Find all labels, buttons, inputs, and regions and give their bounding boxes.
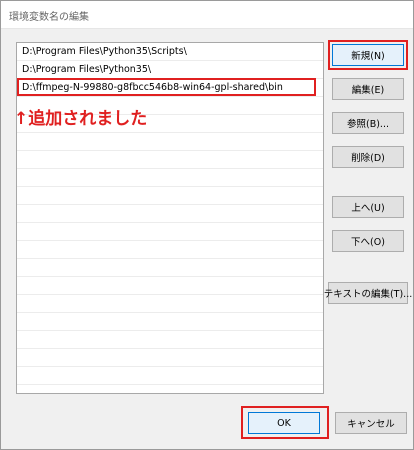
edit-button[interactable]: 編集(E) xyxy=(332,78,404,100)
annotation-text: ↑追加されました xyxy=(14,109,148,129)
list-item-empty[interactable] xyxy=(17,295,323,313)
list-item-empty[interactable] xyxy=(17,241,323,259)
move-up-button[interactable]: 上へ(U) xyxy=(332,196,404,218)
cancel-button[interactable]: キャンセル xyxy=(335,412,407,434)
list-item-empty[interactable] xyxy=(17,133,323,151)
delete-button[interactable]: 削除(D) xyxy=(332,146,404,168)
path-list[interactable]: D:\Program Files\Python35\Scripts\ D:\Pr… xyxy=(16,42,324,394)
list-item-empty[interactable] xyxy=(17,223,323,241)
ok-button[interactable]: OK xyxy=(248,412,320,434)
move-down-button[interactable]: 下へ(O) xyxy=(332,230,404,252)
list-item-empty[interactable] xyxy=(17,313,323,331)
path-entry: D:\Program Files\Python35\Scripts\ xyxy=(22,46,187,57)
browse-button[interactable]: 参照(B)... xyxy=(332,112,404,134)
edit-text-button[interactable]: テキストの編集(T)... xyxy=(324,282,412,304)
list-item[interactable]: D:\Program Files\Python35\Scripts\ xyxy=(17,43,323,61)
list-item-empty[interactable] xyxy=(17,277,323,295)
list-item-empty[interactable] xyxy=(17,151,323,169)
list-item-selected[interactable]: D:\ffmpeg-N-99880-g8fbcc546b8-win64-gpl-… xyxy=(17,79,323,97)
list-item-empty[interactable] xyxy=(17,331,323,349)
title-bar[interactable]: 環境変数名の編集 xyxy=(1,1,413,29)
list-item[interactable]: D:\Program Files\Python35\ xyxy=(17,61,323,79)
list-item-empty[interactable] xyxy=(17,349,323,367)
path-entry: D:\Program Files\Python35\ xyxy=(22,64,152,75)
dialog-title: 環境変数名の編集 xyxy=(9,12,89,23)
list-item-empty[interactable] xyxy=(17,259,323,277)
list-item-empty[interactable] xyxy=(17,187,323,205)
list-item-empty[interactable] xyxy=(17,367,323,385)
list-item-empty[interactable] xyxy=(17,205,323,223)
path-entry: D:\ffmpeg-N-99880-g8fbcc546b8-win64-gpl-… xyxy=(22,82,283,93)
list-item-empty[interactable] xyxy=(17,169,323,187)
new-button[interactable]: 新規(N) xyxy=(332,44,404,66)
edit-env-var-dialog: 環境変数名の編集 D:\Program Files\Python35\Scrip… xyxy=(0,0,414,450)
